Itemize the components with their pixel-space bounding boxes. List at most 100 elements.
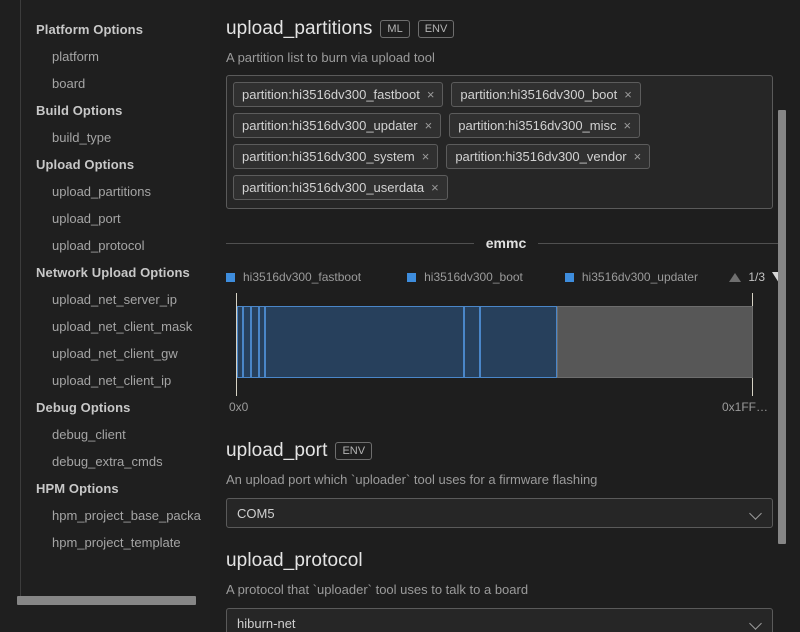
legend-item-boot[interactable]: hi3516dv300_boot xyxy=(407,270,523,284)
partition-bar-track xyxy=(237,306,753,378)
chip-remove-icon[interactable]: × xyxy=(422,150,430,163)
upload-port-title-row: upload_port ENV xyxy=(226,440,760,462)
partition-segment-hi3516dv300_userdata[interactable] xyxy=(479,306,557,378)
page-title: upload_partitions xyxy=(226,18,373,39)
upload-partitions-title-row: upload_partitions ML ENV xyxy=(226,18,760,40)
upload-protocol-title-row: upload_protocol xyxy=(226,550,760,572)
partition-segment-hi3516dv300_vendor[interactable] xyxy=(464,306,480,378)
sidebar-horizontal-scrollbar[interactable] xyxy=(17,596,196,605)
partition-segment-hi3516dv300_boot[interactable] xyxy=(243,306,251,378)
main-vertical-scrollbar[interactable] xyxy=(778,110,786,544)
axis-label-start: 0x0 xyxy=(229,400,249,414)
settings-main-panel: upload_partitions ML ENV A partition lis… xyxy=(210,0,800,632)
partition-segment-hi3516dv300_system[interactable] xyxy=(265,306,465,378)
sidebar-group-build-options[interactable]: Build Options xyxy=(0,97,210,124)
chart-axis-labels: 0x0 0x1FF… xyxy=(226,400,786,418)
sidebar-group-hpm-options[interactable]: HPM Options xyxy=(0,475,210,502)
partition-chip[interactable]: partition:hi3516dv300_vendor × xyxy=(446,144,651,169)
partition-segment-hi3516dv300_misc[interactable] xyxy=(258,306,266,378)
partition-segment-hi3516dv300_updater[interactable] xyxy=(250,306,259,378)
partition-chip[interactable]: partition:hi3516dv300_userdata × xyxy=(233,175,448,200)
sidebar-item-debug_extra_cmds[interactable]: debug_extra_cmds xyxy=(0,448,210,475)
legend-swatch-icon xyxy=(564,272,574,282)
legend-label: hi3516dv300_updater xyxy=(581,270,698,284)
page-up-icon[interactable] xyxy=(729,272,742,282)
partition-segment-free[interactable] xyxy=(556,306,753,378)
partition-chip-label: partition:hi3516dv300_system xyxy=(242,149,415,164)
partition-chip-label: partition:hi3516dv300_misc xyxy=(458,118,617,133)
sidebar-item-upload_protocol[interactable]: upload_protocol xyxy=(0,232,210,259)
chart-plot-area xyxy=(226,293,786,398)
chart-legend: hi3516dv300_fastboot hi3516dv300_boot hi… xyxy=(226,267,786,287)
partition-chip[interactable]: partition:hi3516dv300_misc × xyxy=(449,113,641,138)
chip-remove-icon[interactable]: × xyxy=(624,119,632,132)
sidebar-item-platform[interactable]: platform xyxy=(0,43,210,70)
sidebar-group-platform-options[interactable]: Platform Options xyxy=(0,16,210,43)
sidebar-item-board[interactable]: board xyxy=(0,70,210,97)
sidebar-group-debug-options[interactable]: Debug Options xyxy=(0,394,210,421)
options-sidebar: Platform Options platform board Build Optio… xyxy=(0,0,210,632)
legend-swatch-icon xyxy=(407,272,417,282)
axis-label-end: 0x1FF… xyxy=(721,400,768,414)
sidebar-item-upload_net_client_mask[interactable]: upload_net_client_mask xyxy=(0,313,210,340)
upload-port-value: COM5 xyxy=(237,505,275,521)
divider-line-left xyxy=(226,242,474,244)
partition-chip[interactable]: partition:hi3516dv300_fastboot × xyxy=(233,82,444,107)
sidebar-group-network-upload-options[interactable]: Network Upload Options xyxy=(0,259,210,286)
chip-remove-icon[interactable]: × xyxy=(634,150,642,163)
partition-chip[interactable]: partition:hi3516dv300_updater × xyxy=(233,113,442,138)
partition-chip-label: partition:hi3516dv300_vendor xyxy=(455,149,627,164)
sidebar-item-upload_net_client_gw[interactable]: upload_net_client_gw xyxy=(0,340,210,367)
legend-item-updater[interactable]: hi3516dv300_updater xyxy=(564,270,698,284)
chip-remove-icon[interactable]: × xyxy=(427,88,435,101)
field-upload-partitions: upload_partitions ML ENV A partition lis… xyxy=(218,0,800,209)
upload-port-description: An upload port which `uploader` tool use… xyxy=(226,472,598,487)
partition-chip-label: partition:hi3516dv300_updater xyxy=(242,118,418,133)
options-tree: Platform Options platform board Build Optio… xyxy=(0,0,210,556)
legend-label: hi3516dv300_boot xyxy=(424,270,523,284)
chip-remove-icon[interactable]: × xyxy=(624,88,632,101)
upload-port-select[interactable]: COM5 xyxy=(226,498,773,528)
partition-chip[interactable]: partition:hi3516dv300_boot × xyxy=(451,82,641,107)
sidebar-group-upload-options[interactable]: Upload Options xyxy=(0,151,210,178)
legend-label: hi3516dv300_fastboot xyxy=(243,270,362,284)
sidebar-item-upload_port[interactable]: upload_port xyxy=(0,205,210,232)
emmc-chart-section: emmc hi3516dv300_fastboot hi3516dv300_bo… xyxy=(218,235,800,418)
divider-line-right xyxy=(538,242,786,244)
partition-chip[interactable]: partition:hi3516dv300_system × xyxy=(233,144,439,169)
legend-swatch-icon xyxy=(226,272,235,282)
chip-remove-icon[interactable]: × xyxy=(431,181,439,194)
partition-chip-label: partition:hi3516dv300_fastboot xyxy=(242,87,420,102)
upload-protocol-description: A protocol that `uploader` tool uses to … xyxy=(226,582,529,597)
upload-protocol-select[interactable]: hiburn-net xyxy=(226,608,773,632)
sidebar-item-upload_net_client_ip[interactable]: upload_net_client_ip xyxy=(0,367,210,394)
badge-env: ENV xyxy=(417,19,455,39)
sidebar-item-debug_client[interactable]: debug_client xyxy=(0,421,210,448)
emmc-chart-title: emmc xyxy=(485,235,527,251)
sidebar-item-hpm_project_base_packa[interactable]: hpm_project_base_packa xyxy=(0,502,210,529)
chevron-down-icon xyxy=(751,508,762,519)
field-upload-protocol: upload_protocol A protocol that `uploade… xyxy=(218,528,800,632)
upload-port-title: upload_port xyxy=(226,440,328,461)
chevron-down-icon xyxy=(751,618,762,629)
legend-page-indicator: 1/3 xyxy=(748,270,765,284)
field-upload-port: upload_port ENV An upload port which `up… xyxy=(218,418,800,528)
sidebar-item-upload_net_server_ip[interactable]: upload_net_server_ip xyxy=(0,286,210,313)
sidebar-item-upload_partitions[interactable]: upload_partitions xyxy=(0,178,210,205)
badge-env: ENV xyxy=(335,441,373,461)
badge-ml: ML xyxy=(380,19,410,39)
emmc-divider: emmc xyxy=(226,235,786,251)
settings-page: Platform Options platform board Build Optio… xyxy=(0,0,800,632)
partition-chip-label: partition:hi3516dv300_boot xyxy=(460,87,618,102)
upload-protocol-value: hiburn-net xyxy=(237,615,296,631)
tree-indent-guide xyxy=(20,0,21,600)
partition-chip-label: partition:hi3516dv300_userdata xyxy=(242,180,425,195)
upload-partitions-description: A partition list to burn via upload tool xyxy=(226,50,435,65)
emmc-partition-chart: hi3516dv300_fastboot hi3516dv300_boot hi… xyxy=(226,267,786,418)
sidebar-item-build_type[interactable]: build_type xyxy=(0,124,210,151)
partitions-chip-input[interactable]: partition:hi3516dv300_fastboot × partition… xyxy=(226,75,773,209)
legend-item-fastboot[interactable]: hi3516dv300_fastboot xyxy=(226,270,361,284)
sidebar-item-hpm_project_template[interactable]: hpm_project_template xyxy=(0,529,210,556)
upload-protocol-title: upload_protocol xyxy=(226,550,363,571)
chip-remove-icon[interactable]: × xyxy=(425,119,433,132)
